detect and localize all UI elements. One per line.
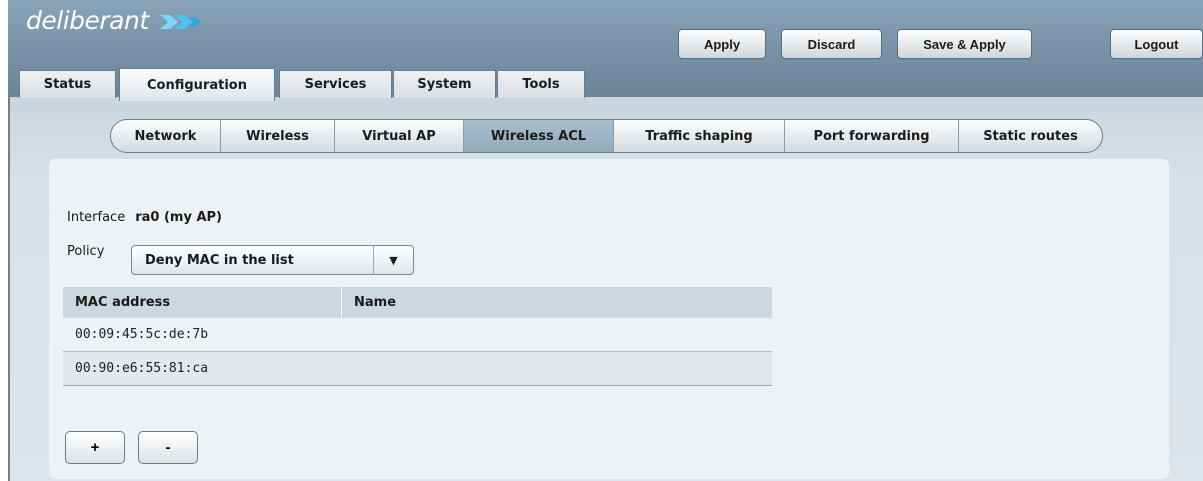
add-mac-button[interactable]: +	[65, 431, 125, 464]
policy-selected-value: Deny MAC in the list	[145, 252, 294, 268]
table-header: MAC address Name	[63, 287, 772, 318]
subtab-wireless[interactable]: Wireless	[221, 120, 335, 152]
table-row[interactable]: 00:90:e6:55:81:ca	[63, 352, 772, 386]
brand-logo: deliberant	[26, 6, 149, 35]
subtab-bar: Network Wireless Virtual AP Wireless ACL…	[110, 119, 1103, 153]
subtab-wireless-acl[interactable]: Wireless ACL	[464, 120, 614, 152]
interface-row: Interface ra0 (my AP)	[67, 210, 222, 225]
tab-system[interactable]: System	[393, 70, 496, 98]
column-header-name[interactable]: Name	[342, 287, 772, 318]
apply-button[interactable]: Apply	[678, 29, 766, 59]
mac-cell: 00:09:45:5c:de:7b	[75, 327, 209, 342]
subtab-virtual-ap[interactable]: Virtual AP	[335, 120, 464, 152]
mac-cell: 00:90:e6:55:81:ca	[75, 361, 209, 376]
tab-services[interactable]: Services	[279, 70, 392, 98]
subtab-port-forwarding[interactable]: Port forwarding	[785, 120, 959, 152]
table-row[interactable]: 00:09:45:5c:de:7b	[63, 318, 772, 352]
discard-button[interactable]: Discard	[781, 29, 882, 59]
tab-status[interactable]: Status	[19, 70, 116, 98]
remove-mac-button[interactable]: -	[138, 431, 198, 464]
logo-arrows-icon	[160, 15, 201, 29]
subtab-traffic-shaping[interactable]: Traffic shaping	[614, 120, 785, 152]
policy-label: Policy	[67, 244, 105, 259]
save-apply-button[interactable]: Save & Apply	[897, 29, 1032, 59]
tab-tools[interactable]: Tools	[497, 70, 585, 98]
subtab-network[interactable]: Network	[111, 120, 221, 152]
subtab-static-routes[interactable]: Static routes	[959, 120, 1102, 152]
logout-button[interactable]: Logout	[1110, 29, 1203, 59]
tab-configuration[interactable]: Configuration	[119, 68, 275, 101]
mac-table: MAC address Name 00:09:45:5c:de:7b 00:90…	[63, 287, 772, 386]
interface-value: ra0 (my AP)	[135, 210, 222, 225]
column-header-mac[interactable]: MAC address	[63, 287, 342, 318]
policy-select[interactable]: Deny MAC in the list ▼	[131, 245, 414, 275]
interface-label: Interface	[67, 210, 126, 225]
chevron-down-icon[interactable]: ▼	[373, 246, 413, 274]
